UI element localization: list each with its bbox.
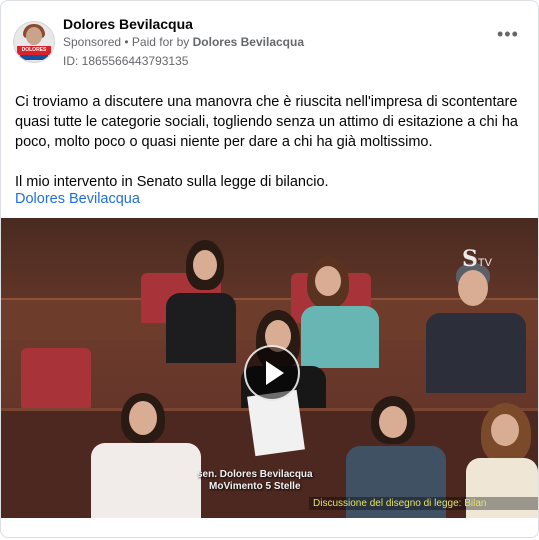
- avatar-band: DOLORES BEVILACQUA: [17, 46, 51, 62]
- sponsored-label: Sponsored: [63, 35, 122, 49]
- post-paragraph-1: Ci troviamo a discutere una manovra che …: [15, 94, 518, 150]
- paid-for-name[interactable]: Dolores Bevilacqua: [193, 35, 304, 49]
- post-text: Ci troviamo a discutere una manovra che …: [15, 92, 527, 192]
- play-button[interactable]: [244, 345, 300, 401]
- seat: [21, 348, 91, 408]
- sponsored-post-card: DOLORES BEVILACQUA Dolores Bevilacqua Sp…: [0, 0, 539, 538]
- video-ticker: Discussione del disegno di legge: Bilan: [309, 497, 538, 510]
- senato-tv-logo: STV: [462, 246, 492, 272]
- author-name[interactable]: Dolores Bevilacqua: [63, 16, 193, 32]
- play-icon: [266, 361, 284, 385]
- speaker-caption-party: MoVimento 5 Stelle: [209, 481, 301, 492]
- paid-for-prefix: • Paid for by: [121, 35, 193, 49]
- avatar-band-blue: [20, 55, 48, 60]
- avatar-face: [26, 27, 42, 45]
- author-link[interactable]: Dolores Bevilacqua: [15, 191, 140, 207]
- speaker-caption-name: sen. Dolores Bevilacqua: [197, 469, 313, 480]
- ad-id: ID: 1865566443793135: [63, 54, 189, 68]
- video-player[interactable]: STV sen. Dolores Bevilacqua MoVimento 5 …: [1, 218, 538, 518]
- speaker-caption: sen. Dolores Bevilacqua MoVimento 5 Stel…: [197, 469, 313, 493]
- logo-suffix: TV: [477, 257, 492, 269]
- post-paragraph-2: Il mio intervento in Senato sulla legge …: [15, 174, 329, 190]
- logo-letter: S: [462, 246, 478, 272]
- sponsor-meta: Sponsored • Paid for by Dolores Bevilacq…: [63, 35, 304, 49]
- author-avatar[interactable]: DOLORES BEVILACQUA: [13, 21, 55, 63]
- more-options-icon[interactable]: •••: [497, 25, 519, 43]
